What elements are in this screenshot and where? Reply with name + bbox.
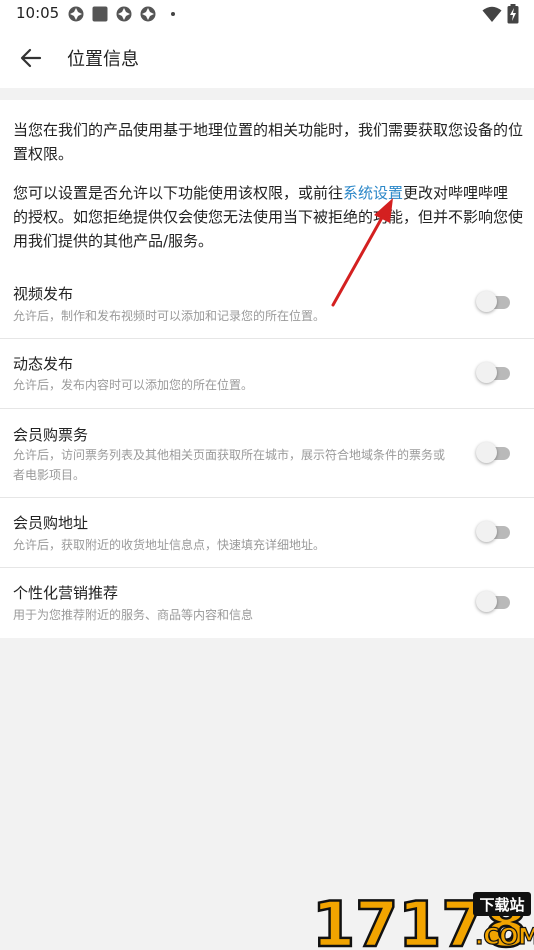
- setting-description: 允许后，访问票务列表及其他相关页面获取所在城市，展示符合地域条件的票务或者电影项…: [13, 448, 446, 482]
- status-bar: 10:05: [0, 0, 534, 28]
- app-notification-icon: [116, 6, 132, 22]
- toggle-thumb: [476, 442, 497, 463]
- location-permission-panel: 当您在我们的产品使用基于地理位置的相关功能时，我们需要获取您设备的位置权限。 您…: [0, 100, 534, 638]
- setting-row-ticketing: 会员购票务 允许后，访问票务列表及其他相关页面获取所在城市，展示符合地域条件的票…: [0, 409, 534, 497]
- setting-row-personalized-marketing: 个性化营销推荐 用于为您推荐附近的服务、商品等内容和信息: [0, 568, 534, 638]
- site-watermark: 17178 下载站 .COM: [310, 880, 534, 950]
- intro-paragraph-2: 您可以设置是否允许以下功能使用该权限，或前往系统设置更改对哔哩哔哩的授权。如您拒…: [13, 181, 523, 253]
- watermark-logo-icon: 17178 下载站 .COM: [311, 887, 534, 950]
- more-dot-icon: [171, 12, 175, 16]
- dynamic-publish-toggle[interactable]: [476, 361, 510, 385]
- app-notification-icon: [140, 6, 156, 22]
- setting-title: 个性化营销推荐: [13, 584, 119, 602]
- square-notification-icon: [92, 6, 108, 22]
- toggle-thumb: [476, 362, 497, 383]
- setting-row-shipping-address: 会员购地址 允许后，获取附近的收货地址信息点，快速填充详细地址。: [0, 498, 534, 567]
- personalized-marketing-toggle[interactable]: [476, 590, 510, 614]
- toggle-thumb: [476, 291, 497, 312]
- shipping-address-toggle[interactable]: [476, 520, 510, 544]
- setting-title: 会员购地址: [13, 514, 89, 532]
- wifi-icon: [482, 6, 502, 22]
- setting-description: 用于为您推荐附近的服务、商品等内容和信息: [13, 608, 254, 622]
- system-settings-link[interactable]: 系统设置: [343, 184, 403, 202]
- toggle-thumb: [476, 521, 497, 542]
- setting-row-dynamic-publish: 动态发布 允许后，发布内容时可以添加您的所在位置。: [0, 339, 534, 408]
- video-publish-toggle[interactable]: [476, 290, 510, 314]
- watermark-suffix: .COM: [475, 925, 534, 950]
- arrow-left-icon[interactable]: [18, 45, 44, 71]
- status-time: 10:05: [16, 4, 60, 22]
- app-bar: 位置信息: [0, 28, 534, 88]
- setting-row-video-publish: 视频发布 允许后，制作和发布视频时可以添加和记录您的所在位置。: [0, 268, 534, 338]
- toggle-thumb: [476, 591, 497, 612]
- setting-title: 会员购票务: [13, 426, 89, 444]
- page-title: 位置信息: [67, 49, 139, 70]
- battery-charging-icon: [507, 4, 519, 24]
- intro-paragraph-2-text: 您可以设置是否允许以下功能使用该权限，或前往: [13, 184, 344, 202]
- watermark-badge-text: 下载站: [479, 896, 524, 914]
- ticketing-toggle[interactable]: [476, 441, 510, 465]
- app-notification-icon: [68, 6, 84, 22]
- intro-paragraph-1: 当您在我们的产品使用基于地理位置的相关功能时，我们需要获取您设备的位置权限。: [13, 121, 524, 163]
- setting-title: 动态发布: [13, 355, 74, 373]
- setting-description: 允许后，获取附近的收货地址信息点，快速填充详细地址。: [13, 538, 326, 552]
- setting-title: 视频发布: [13, 285, 74, 303]
- setting-description: 允许后，发布内容时可以添加您的所在位置。: [13, 378, 254, 392]
- setting-description: 允许后，制作和发布视频时可以添加和记录您的所在位置。: [13, 309, 326, 323]
